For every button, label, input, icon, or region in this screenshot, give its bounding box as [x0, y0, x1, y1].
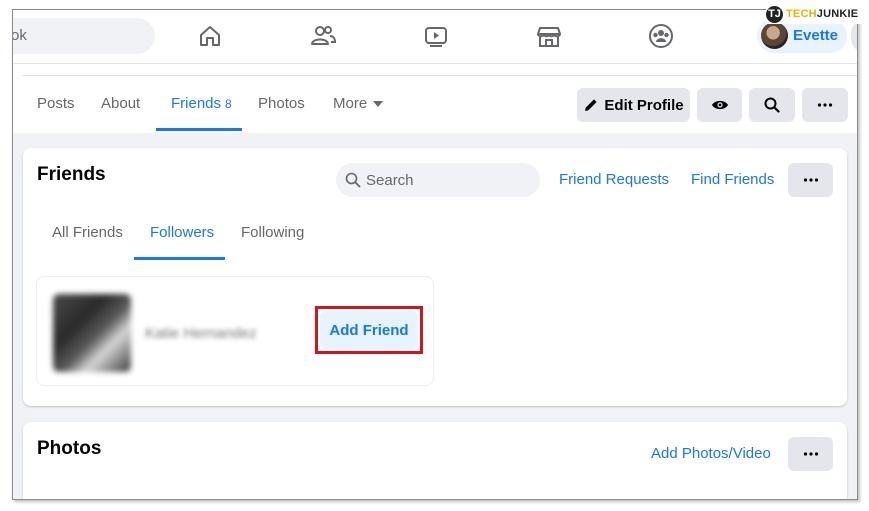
eye-icon [711, 100, 728, 110]
tab-photos[interactable]: Photos [258, 94, 305, 114]
browser-frame: ok Evette Posts About Friends 8 Photos Mo… [12, 9, 858, 500]
create-menu-button[interactable] [851, 19, 857, 53]
logo-text: TECHJUNKIE [786, 8, 859, 20]
follower-name[interactable]: Katie Hernandez [145, 325, 257, 342]
profile-shortcut-name: Evette [793, 27, 839, 44]
more-icon [817, 103, 833, 107]
add-friend-button[interactable]: Add Friend [320, 311, 418, 349]
search-bar-text: ok [12, 27, 27, 44]
friends-count: 8 [225, 97, 232, 111]
active-tab-indicator [156, 128, 242, 131]
search-profile-button[interactable] [749, 88, 795, 122]
follower-photo[interactable] [53, 294, 131, 372]
profile-shortcut[interactable]: Evette [757, 19, 847, 53]
pencil-icon [585, 99, 598, 111]
home-icon[interactable] [196, 22, 224, 50]
friends-card: Friends Friend Requests Find Friends All… [23, 148, 847, 406]
watch-icon[interactable] [422, 22, 450, 50]
top-navigation-bar: ok Evette [13, 10, 857, 63]
friends-search-field[interactable] [336, 163, 540, 197]
add-photos-link[interactable]: Add Photos/Video [651, 444, 771, 464]
avatar [761, 22, 788, 49]
more-icon [803, 452, 818, 456]
profile-tab-bar: Posts About Friends 8 Photos More Edit Pr… [13, 64, 857, 133]
find-friends-link[interactable]: Find Friends [691, 170, 774, 190]
friends-search-input[interactable] [366, 163, 534, 197]
tab-posts[interactable]: Posts [37, 94, 75, 114]
groups-icon[interactable] [647, 22, 675, 50]
tab-followers[interactable]: Followers [150, 223, 214, 243]
follower-card: Katie Hernandez Add Friend [36, 276, 434, 386]
logo-badge: TJ [766, 5, 783, 23]
facebook-search-bar[interactable]: ok [12, 18, 155, 54]
tab-friends[interactable]: Friends 8 [171, 94, 232, 114]
friends-more-button[interactable] [788, 163, 833, 197]
photos-more-button[interactable] [788, 437, 833, 471]
friend-requests-link[interactable]: Friend Requests [559, 170, 669, 190]
photos-card-title: Photos [37, 438, 102, 459]
tab-more-label: More [333, 95, 368, 112]
tab-following[interactable]: Following [241, 223, 304, 243]
marketplace-icon[interactable] [535, 22, 563, 50]
active-subtab-indicator [134, 257, 225, 260]
view-as-button[interactable] [697, 88, 742, 122]
profile-more-button[interactable] [802, 88, 848, 122]
friends-card-title: Friends [37, 164, 106, 185]
tab-more[interactable]: More [333, 94, 384, 114]
edit-profile-button[interactable]: Edit Profile [577, 88, 690, 122]
divider [23, 75, 857, 76]
friends-icon[interactable] [309, 22, 337, 50]
tab-all-friends[interactable]: All Friends [52, 223, 123, 243]
photos-card: Photos Add Photos/Video [23, 422, 847, 499]
search-icon [345, 172, 361, 188]
more-icon [803, 178, 818, 182]
techjunkie-logo: TJ TECHJUNKIE [766, 4, 863, 24]
tab-friends-label: Friends [171, 95, 222, 112]
caret-down-icon [373, 101, 384, 108]
search-icon [764, 97, 780, 113]
edit-profile-label: Edit Profile [604, 96, 684, 114]
tab-about[interactable]: About [101, 94, 140, 114]
